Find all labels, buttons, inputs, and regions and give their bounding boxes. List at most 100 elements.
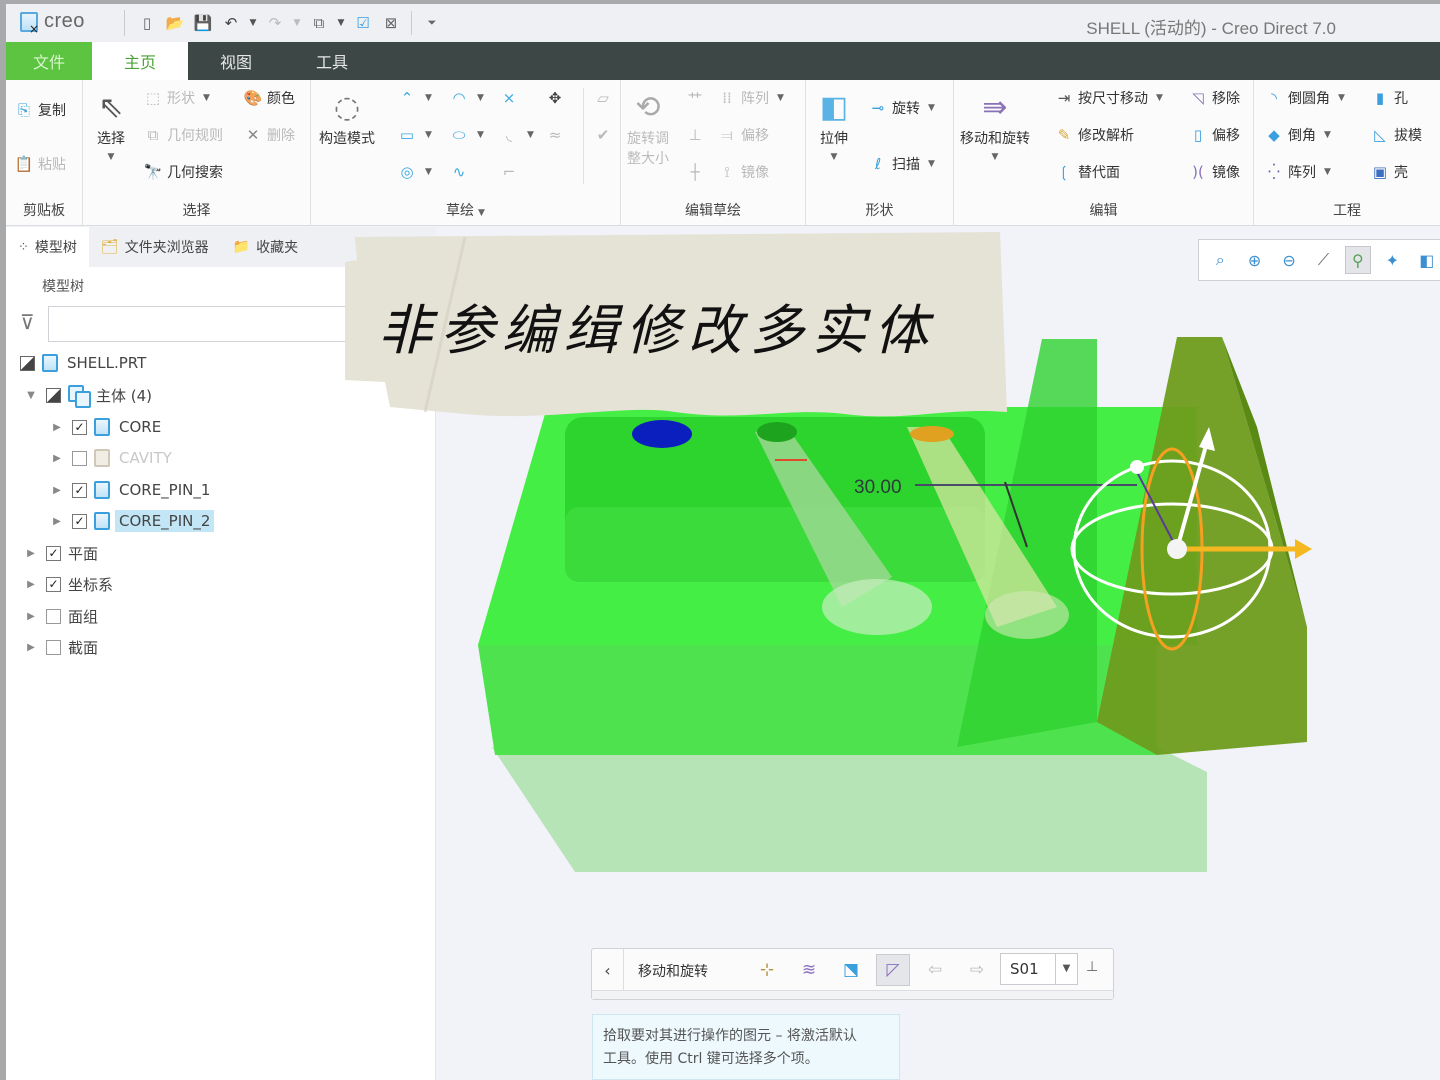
selection-dropdown[interactable]: S01 ▼ bbox=[1000, 953, 1078, 985]
tree-item-shell-prt[interactable]: SHELL.PRT bbox=[20, 349, 146, 377]
tree-item-bodies[interactable]: ▼ 主体 (4) bbox=[24, 381, 152, 409]
repaint-icon[interactable]: ⟋ bbox=[1310, 246, 1336, 274]
shape-button[interactable]: ⬚ 形状 ▼ bbox=[143, 88, 210, 108]
tab-model-tree[interactable]: ⁘ 模型树 bbox=[6, 227, 89, 267]
rotate-resize-button[interactable]: ⟲ 旋转调 整大小 bbox=[627, 86, 669, 168]
geometry-rules-button[interactable]: ⧉ 几何规则 bbox=[143, 125, 223, 145]
tree-item-quilts[interactable]: ▶ 面组 bbox=[24, 602, 98, 630]
visibility-checkbox[interactable]: ✓ bbox=[72, 513, 87, 529]
window-dropdown-icon[interactable]: ▼ bbox=[335, 18, 347, 28]
tab-favorites[interactable]: 📁 收藏夹 bbox=[221, 227, 310, 267]
undo-dropdown-icon[interactable]: ▼ bbox=[247, 18, 259, 28]
color-button[interactable]: 🎨 颜色 bbox=[243, 88, 295, 108]
collapse-arrow-icon[interactable]: ▶ bbox=[24, 579, 38, 590]
tab-home[interactable]: 主页 bbox=[92, 42, 188, 80]
spin-center-icon[interactable]: ✦ bbox=[1379, 246, 1405, 274]
paste-button[interactable]: 📋 粘贴 bbox=[14, 154, 66, 174]
pattern-button[interactable]: ⁛ 阵列 ▼ bbox=[1264, 162, 1331, 182]
tab-file[interactable]: 文件 bbox=[6, 42, 92, 80]
collapse-arrow-icon[interactable]: ▶ bbox=[24, 548, 38, 559]
collapse-arrow-icon[interactable]: ▶ bbox=[50, 453, 64, 464]
visibility-checkbox[interactable]: ✓ bbox=[46, 545, 61, 561]
close-window-icon[interactable]: ⊠ bbox=[379, 11, 403, 35]
dimension-value[interactable]: 30.00 bbox=[854, 477, 902, 498]
delete-button[interactable]: ✕ 删除 bbox=[243, 125, 295, 145]
new-icon[interactable]: ▯ bbox=[135, 11, 159, 35]
construction-mode-button[interactable]: ◌ 构造模式 bbox=[319, 86, 375, 148]
tree-item-cavity[interactable]: ▶ CAVITY bbox=[50, 444, 172, 472]
pin-dashboard-icon[interactable]: ⊥ bbox=[1086, 959, 1098, 975]
finish-sketch-button[interactable]: ✔ bbox=[593, 125, 613, 145]
zoom-in-icon[interactable]: ⊕ bbox=[1241, 246, 1267, 274]
z-handle[interactable] bbox=[1130, 460, 1144, 474]
dropdown-arrow-icon[interactable]: ▼ bbox=[1055, 954, 1077, 984]
previous-arrow-icon[interactable]: ⇦ bbox=[918, 954, 952, 986]
expand-arrow-icon[interactable]: ▼ bbox=[24, 390, 38, 401]
move-surface-icon[interactable]: ≋ bbox=[792, 954, 826, 986]
collapse-arrow-icon[interactable]: ▶ bbox=[50, 422, 64, 433]
move-rotate-button[interactable]: ⇛ 移动和旋转 ▼ bbox=[960, 86, 1030, 163]
sketch-pattern-button[interactable]: ⁞⁞ 阵列 ▼ bbox=[717, 88, 784, 108]
modify-analytic-button[interactable]: ✎ 修改解析 bbox=[1054, 125, 1134, 145]
hole-button[interactable]: ▮ 孔 bbox=[1370, 88, 1408, 108]
dashboard-slide-strip[interactable] bbox=[592, 990, 1113, 999]
filter-icon[interactable]: ⊽ bbox=[20, 310, 35, 334]
group-label[interactable]: 草绘 ▼ bbox=[311, 200, 620, 220]
sketch-mirror-button[interactable]: ⟟ 镜像 bbox=[717, 162, 769, 182]
palette-sketch-button[interactable]: ≈ bbox=[545, 125, 565, 145]
round-button[interactable]: ◝ 倒圆角 ▼ bbox=[1264, 88, 1345, 108]
revolve-button[interactable]: ⊸ 旋转 ▼ bbox=[868, 98, 935, 118]
visibility-checkbox[interactable] bbox=[20, 355, 35, 371]
visibility-checkbox[interactable]: ✓ bbox=[46, 576, 61, 592]
tab-tools[interactable]: 工具 bbox=[284, 42, 380, 80]
arc-button[interactable]: ◠ ▼ bbox=[449, 88, 483, 108]
sweep-button[interactable]: ℓ 扫描 ▼ bbox=[868, 154, 935, 174]
collapse-arrow-icon[interactable]: ▶ bbox=[50, 485, 64, 496]
back-chevron-icon[interactable]: ‹ bbox=[592, 949, 624, 991]
remove-button[interactable]: ◹ 移除 bbox=[1188, 88, 1240, 108]
visibility-checkbox[interactable]: ✓ bbox=[72, 482, 87, 498]
undo-icon[interactable]: ↶ bbox=[219, 11, 243, 35]
open-icon[interactable]: 📂 bbox=[163, 11, 187, 35]
geometry-search-button[interactable]: 🔭 几何搜索 bbox=[143, 162, 223, 182]
draft-button[interactable]: ◺ 拔模 bbox=[1370, 125, 1422, 145]
shell-button[interactable]: ▣ 壳 bbox=[1370, 162, 1408, 182]
tree-item-core-pin-2[interactable]: ▶ ✓ CORE_PIN_2 bbox=[50, 507, 215, 535]
collapse-arrow-icon[interactable]: ▶ bbox=[24, 611, 38, 622]
coordinate-system-button[interactable]: ✥ bbox=[545, 88, 565, 108]
sketch-view-button[interactable]: ▱ bbox=[593, 88, 613, 108]
move-plane-icon[interactable]: ⬔ bbox=[834, 954, 868, 986]
move-by-dimension-button[interactable]: ⇥ 按尺寸移动 ▼ bbox=[1054, 88, 1163, 108]
tree-item-planes[interactable]: ▶ ✓ 平面 bbox=[24, 539, 98, 567]
replace-face-button[interactable]: ❲ 替代面 bbox=[1054, 162, 1120, 182]
divide-button[interactable]: ⊥ bbox=[685, 125, 705, 145]
visibility-checkbox[interactable] bbox=[46, 387, 61, 403]
ellipse-button[interactable]: ⬭ ▼ bbox=[449, 125, 484, 145]
intersect-button[interactable]: ┼ bbox=[685, 162, 705, 182]
save-icon[interactable]: 💾 bbox=[191, 11, 215, 35]
visibility-checkbox[interactable] bbox=[46, 608, 61, 624]
window-icon[interactable]: ⧉ bbox=[307, 11, 331, 35]
customize-icon[interactable]: ⏷ bbox=[420, 11, 444, 35]
collapse-arrow-icon[interactable]: ▶ bbox=[24, 642, 38, 653]
datum-display-icon[interactable]: ⚲ bbox=[1344, 246, 1372, 274]
point-button[interactable]: × bbox=[499, 88, 519, 108]
fillet-button[interactable]: ◟ ▼ bbox=[499, 125, 534, 145]
visibility-checkbox[interactable] bbox=[72, 450, 87, 466]
tree-item-core[interactable]: ▶ ✓ CORE bbox=[50, 413, 161, 441]
saved-views-icon[interactable]: ◧ bbox=[1414, 246, 1440, 274]
regenerate-icon[interactable]: ☑ bbox=[351, 11, 375, 35]
tree-item-sections[interactable]: ▶ 截面 bbox=[24, 633, 98, 661]
redo-dropdown-icon[interactable]: ▼ bbox=[291, 18, 303, 28]
trim-button[interactable]: ⺾ bbox=[685, 88, 705, 108]
free-drag-icon[interactable]: ◸ bbox=[876, 954, 910, 986]
collapse-arrow-icon[interactable]: ▶ bbox=[50, 516, 64, 527]
extrude-button[interactable]: ◧ 拉伸 ▼ bbox=[814, 86, 854, 163]
tab-folder-browser[interactable]: 🗂 文件夹浏览器 bbox=[89, 227, 221, 267]
chamfer-sketch-button[interactable]: ⌐ bbox=[499, 162, 519, 182]
spline-button[interactable]: ∿ bbox=[449, 162, 469, 182]
next-arrow-icon[interactable]: ⇨ bbox=[960, 954, 994, 986]
offset-button[interactable]: ▯ 偏移 bbox=[1188, 125, 1240, 145]
tab-view[interactable]: 视图 bbox=[188, 42, 284, 80]
move-rotate-axis-icon[interactable]: ⊹ bbox=[750, 954, 784, 986]
